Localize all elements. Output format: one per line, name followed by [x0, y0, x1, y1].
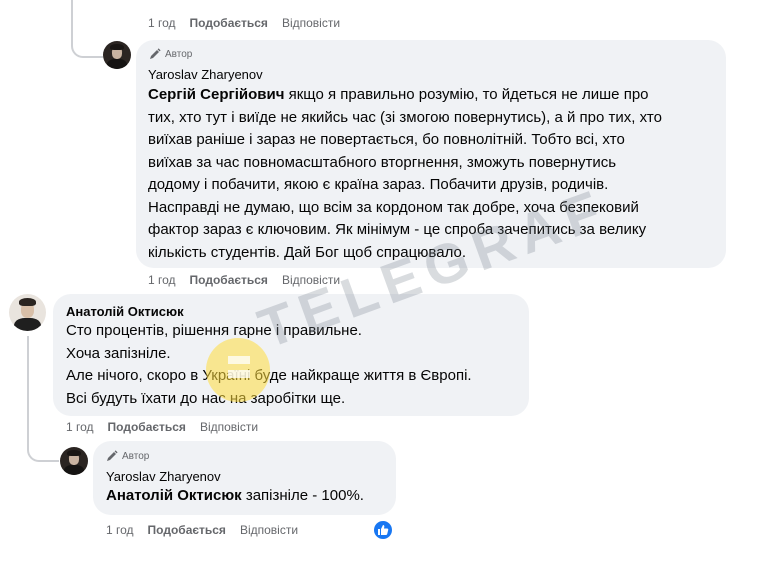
reply3-reply-link[interactable]: Відповісти — [240, 523, 298, 537]
comment2-author-name[interactable]: Анатолій Октисюк — [66, 304, 184, 319]
author-badge-label: Автор — [122, 450, 150, 462]
top-time[interactable]: 1 год — [148, 16, 176, 30]
pencil-icon — [150, 48, 161, 59]
reply3-like-link[interactable]: Подобається — [148, 523, 226, 537]
author-badge-label: Автор — [165, 48, 193, 60]
reply3-time[interactable]: 1 год — [106, 523, 134, 537]
avatar[interactable] — [9, 294, 46, 331]
top-like-link[interactable]: Подобається — [190, 16, 268, 30]
top-reply-link[interactable]: Відповісти — [282, 16, 340, 30]
reply3-author-name[interactable]: Yaroslav Zharyenov — [106, 469, 221, 484]
thumbs-up-icon — [378, 525, 389, 535]
reply1-like-link[interactable]: Подобається — [190, 273, 268, 287]
comment2-like-link[interactable]: Подобається — [108, 420, 186, 434]
watermark-logo — [206, 338, 270, 402]
author-badge: Автор — [149, 48, 192, 60]
thread-connector-reply3 — [27, 440, 59, 462]
thread-connector-reply1 — [71, 30, 103, 58]
avatar[interactable] — [103, 41, 131, 69]
comment2-reply-link[interactable]: Відповісти — [200, 420, 258, 434]
thread-line-comment2 — [27, 336, 29, 446]
author-badge: Автор — [106, 450, 149, 462]
reply1-mention[interactable]: Сергій Сергійович — [148, 86, 284, 103]
comment2-actions: 1 год Подобається Відповісти — [66, 420, 258, 434]
reply3-text: Анатолій Октисюк запізніле - 100%. — [106, 487, 364, 504]
avatar[interactable] — [60, 447, 88, 475]
comment2-time[interactable]: 1 год — [66, 420, 94, 434]
pencil-icon — [107, 450, 118, 461]
top-actions: 1 год Подобається Відповісти — [148, 16, 340, 30]
reply1-author-name[interactable]: Yaroslav Zharyenov — [148, 67, 263, 82]
reply1-time[interactable]: 1 год — [148, 273, 176, 287]
reply3-actions: 1 год Подобається Відповісти — [106, 523, 298, 537]
reply3-mention[interactable]: Анатолій Октисюк — [106, 487, 242, 504]
like-reaction-icon[interactable] — [374, 521, 392, 539]
